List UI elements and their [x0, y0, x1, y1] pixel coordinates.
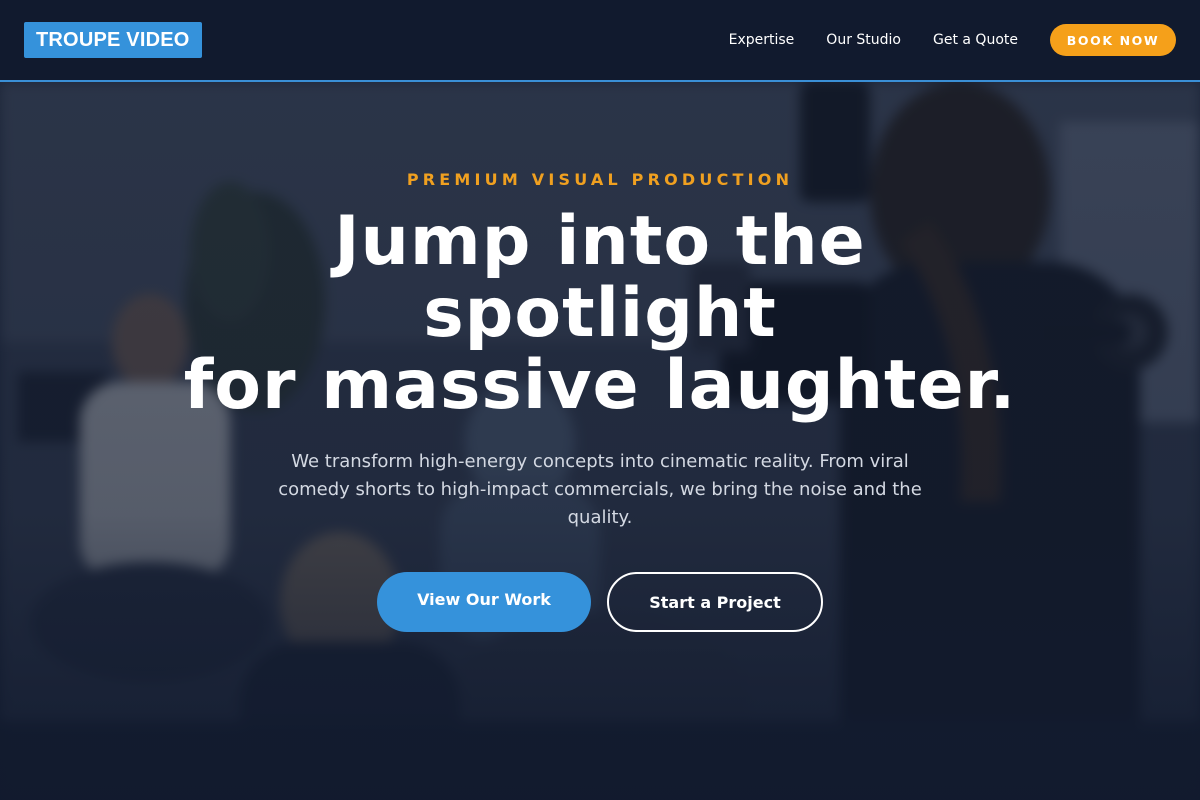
hero-section: PREMIUM VISUAL PRODUCTION Jump into the … — [0, 82, 1200, 800]
headline-line: Jump into the — [334, 202, 866, 281]
hero-eyebrow: PREMIUM VISUAL PRODUCTION — [406, 170, 794, 189]
hero-overlay — [0, 82, 1200, 800]
nav-link-expertise[interactable]: Expertise — [729, 32, 795, 48]
nav-link-get-a-quote[interactable]: Get a Quote — [933, 32, 1018, 48]
start-a-project-button[interactable]: Start a Project — [607, 572, 823, 632]
hero-subtext: We transform high-energy concepts into c… — [278, 451, 922, 528]
book-now-button[interactable]: BOOK NOW — [1050, 24, 1176, 56]
logo[interactable]: TROUPE VIDEO — [24, 22, 202, 58]
headline-line: spotlight — [423, 274, 777, 353]
hero-headline: Jump into the spotlight for massive laug… — [100, 206, 1100, 422]
headline-line: for massive laughter. — [183, 346, 1017, 425]
site-header: TROUPE VIDEO Expertise Our Studio Get a … — [0, 0, 1200, 82]
view-our-work-button[interactable]: View Our Work — [377, 572, 591, 632]
main-nav: Expertise Our Studio Get a Quote BOOK NO… — [729, 24, 1176, 56]
nav-link-our-studio[interactable]: Our Studio — [826, 32, 901, 48]
